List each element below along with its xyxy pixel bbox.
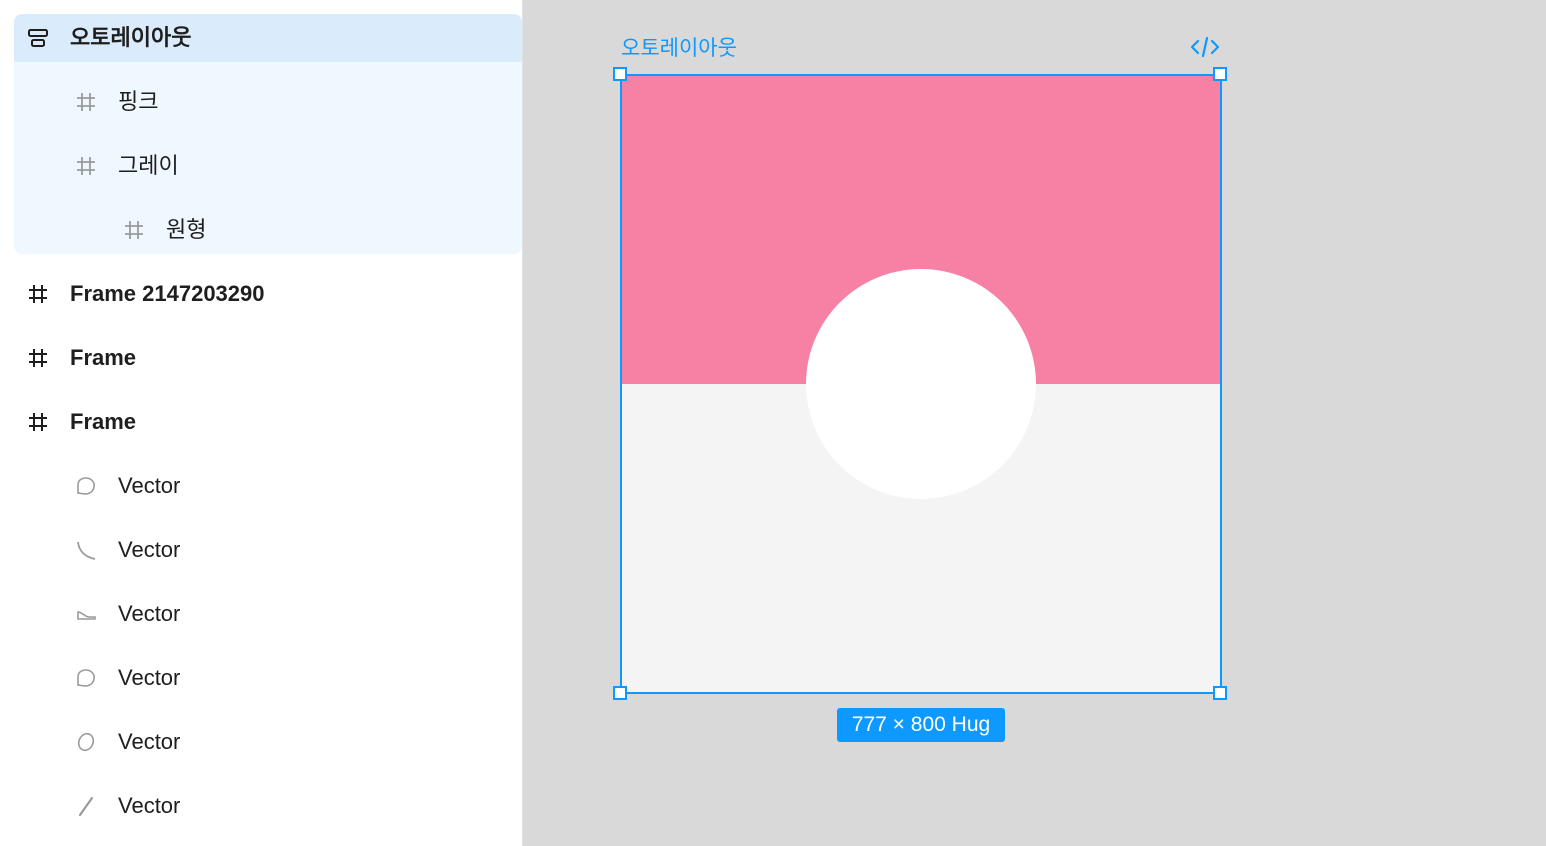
vector-icon [75,667,97,689]
layer-row-frame[interactable]: Frame [0,390,522,454]
circle-frame[interactable] [806,269,1036,499]
resize-handle-bottom-right[interactable] [1213,686,1227,700]
size-badge: 777 × 800 Hug [837,708,1005,742]
layer-label: 그레이 [118,153,179,178]
resize-handle-bottom-left[interactable] [613,686,627,700]
layer-row-auto-layout[interactable]: 오토레이아웃 [0,6,522,70]
frame-icon [27,411,49,433]
layer-row-frame[interactable]: Frame [0,326,522,390]
vector-icon [75,475,97,497]
layer-row-gray[interactable]: 그레이 [0,134,522,198]
vector-icon [75,539,97,561]
layer-label: Vector [118,537,181,562]
layer-row-vector[interactable]: Vector [0,710,522,774]
layer-label: 핑크 [118,89,159,114]
frame-icon [123,219,145,241]
frame-title[interactable]: 오토레이아웃 [621,32,737,62]
layer-row-frame-2147203290[interactable]: Frame 2147203290 [0,262,522,326]
layer-row-vector[interactable]: Vector [0,582,522,646]
layer-row-pink[interactable]: 핑크 [0,70,522,134]
layer-row-vector[interactable]: Vector [0,646,522,710]
resize-handle-top-left[interactable] [613,67,627,81]
layer-label: 원형 [166,217,207,242]
layer-label: Frame 2147203290 [70,281,265,306]
layer-label: Frame [70,345,137,370]
layer-label: 오토레이아웃 [70,25,192,50]
vector-icon [75,795,97,817]
frame-icon [27,283,49,305]
layer-row-vector[interactable]: Vector [0,518,522,582]
layer-label: Vector [118,601,181,626]
vector-icon [75,603,97,625]
frame-icon [75,91,97,113]
layer-label: Vector [118,665,181,690]
layer-label: Vector [118,729,181,754]
frame-icon [75,155,97,177]
layer-label: Vector [118,473,181,498]
auto-layout-icon [27,27,49,49]
frame-icon [27,347,49,369]
layer-row-vector[interactable]: Vector [0,454,522,518]
layer-row-circle[interactable]: 원형 [0,198,522,262]
layers-panel: 오토레이아웃 핑크 그레이 원형 Frame 2147203290 Frame … [0,0,523,846]
resize-handle-top-right[interactable] [1213,67,1227,81]
vector-icon [75,731,97,753]
layer-row-vector[interactable]: Vector [0,774,522,838]
layer-label: Vector [118,793,181,818]
layer-label: Frame [70,409,137,434]
code-icon[interactable] [1189,34,1221,60]
auto-layout-frame[interactable] [620,74,1222,694]
